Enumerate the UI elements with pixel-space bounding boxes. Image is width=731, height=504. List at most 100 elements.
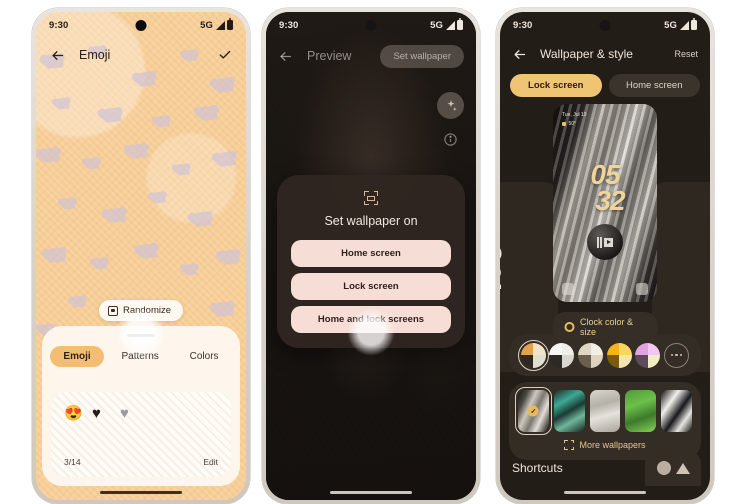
shortcuts-label: Shortcuts bbox=[512, 461, 563, 475]
dialog-title: Set wallpaper on bbox=[324, 214, 418, 228]
wallpaper-icon bbox=[364, 191, 378, 205]
randomize-button[interactable]: Randomize bbox=[98, 300, 184, 321]
phone-1-toolbar: Emoji bbox=[36, 38, 246, 72]
signal-icon bbox=[679, 20, 689, 30]
lock-screen-date: Tue, Jul 19 bbox=[562, 112, 587, 118]
wallpaper-icon bbox=[564, 440, 575, 450]
swatch-beige[interactable] bbox=[578, 342, 604, 368]
emoji-counter: 3/14 bbox=[64, 457, 81, 467]
preview-card-current[interactable]: Tue, Jul 19 50° 05 32 bbox=[553, 104, 657, 302]
page-title: Emoji bbox=[79, 48, 111, 62]
wallpaper-black-white[interactable] bbox=[661, 390, 692, 432]
panel-footer: 3/14 Edit bbox=[64, 457, 218, 467]
battery-icon bbox=[691, 18, 697, 30]
more-wallpapers-label: More wallpapers bbox=[579, 440, 646, 450]
sheet-tabs: Emoji Patterns Colors bbox=[42, 346, 240, 367]
battery-icon bbox=[457, 18, 463, 30]
phone-3-screen: 9:30 5G Wallpaper & style Reset Lock scr… bbox=[500, 12, 710, 500]
status-time: 9:30 bbox=[49, 19, 69, 31]
page-title: Wallpaper & style bbox=[540, 47, 633, 61]
navigation-bar-handle[interactable] bbox=[330, 490, 412, 494]
clock-color-size-button[interactable]: Clock color & size bbox=[552, 312, 658, 342]
wallpaper-feather[interactable]: ✓ bbox=[515, 387, 552, 435]
swatch-white[interactable] bbox=[549, 342, 575, 368]
lock-screen-date-block: Tue, Jul 19 50° bbox=[562, 112, 587, 128]
gear-icon bbox=[564, 322, 574, 332]
page-title: Preview bbox=[307, 49, 352, 63]
lock-screen-preview-carousel: 05 32 05 32 Tue, Jul 19 50° bbox=[500, 104, 710, 372]
tab-home-screen[interactable]: Home screen bbox=[608, 74, 700, 97]
more-colors-button[interactable] bbox=[664, 342, 690, 368]
more-wallpapers-button[interactable]: More wallpapers bbox=[518, 440, 692, 450]
shortcut-icon-1 bbox=[656, 461, 671, 475]
weather-temp: 50° bbox=[568, 120, 577, 127]
emoji-bottom-sheet: Emoji Patterns Colors 😍 ♥ ♥ 3/14 Edit bbox=[42, 326, 240, 486]
status-time: 9:30 bbox=[279, 19, 299, 31]
info-icon[interactable] bbox=[437, 126, 464, 153]
status-network: 5G bbox=[664, 19, 677, 31]
swatch-amber[interactable] bbox=[606, 342, 632, 368]
now-playing-icon[interactable] bbox=[587, 224, 623, 260]
emoji-item[interactable]: 😍 bbox=[64, 405, 83, 422]
camera-icon[interactable] bbox=[562, 283, 574, 295]
status-network: 5G bbox=[430, 19, 443, 31]
clock-preview-alt: 05 32 bbox=[500, 236, 504, 295]
camera-punch-hole bbox=[365, 20, 377, 31]
sparkles-icon[interactable] bbox=[437, 92, 464, 119]
randomize-label: Randomize bbox=[122, 305, 172, 316]
set-wallpaper-button[interactable]: Set wallpaper bbox=[380, 44, 464, 68]
selected-check-icon: ✓ bbox=[527, 405, 539, 417]
back-arrow-icon[interactable] bbox=[278, 49, 293, 64]
phone-3-wallpaper-and-style: 9:30 5G Wallpaper & style Reset Lock scr… bbox=[496, 8, 714, 504]
battery-icon bbox=[227, 18, 233, 30]
signal-icon bbox=[445, 20, 455, 30]
dialog-option-home-screen[interactable]: Home screen bbox=[291, 240, 451, 267]
emoji-item[interactable]: ♥ bbox=[92, 405, 109, 422]
wallpaper-picker-card: ✓ More wallpapers bbox=[509, 382, 701, 460]
phone-3-toolbar: Wallpaper & style Reset bbox=[500, 38, 710, 70]
dialog-option-home-and-lock[interactable]: Home and lock screens bbox=[291, 306, 451, 333]
tab-colors[interactable]: Colors bbox=[177, 346, 232, 367]
sheet-drag-handle[interactable] bbox=[127, 334, 155, 337]
dialog-option-lock-screen[interactable]: Lock screen bbox=[291, 273, 451, 300]
status-time: 9:30 bbox=[513, 19, 533, 31]
phone-1-screen: 9:30 5G Emoji Randomize Emoji Patterns C… bbox=[36, 12, 246, 500]
clock-hours: 05 bbox=[590, 159, 620, 190]
phone-1-emoji-editor: 9:30 5G Emoji Randomize Emoji Patterns C… bbox=[32, 8, 250, 504]
dice-icon bbox=[107, 305, 118, 316]
swatch-lilac[interactable] bbox=[635, 342, 661, 368]
signal-icon bbox=[215, 20, 225, 30]
camera-punch-hole bbox=[135, 20, 147, 31]
phone-2-screen: 9:30 5G Preview Set wallpaper Set wallpa… bbox=[266, 12, 476, 500]
clock-config-label: Clock color & size bbox=[580, 317, 634, 337]
edit-button[interactable]: Edit bbox=[203, 457, 218, 467]
wallpaper-green-grass[interactable] bbox=[625, 390, 657, 432]
shortcuts-preview-card[interactable] bbox=[645, 450, 701, 486]
navigation-bar-handle[interactable] bbox=[564, 490, 646, 494]
shortcuts-section: Shortcuts bbox=[512, 450, 701, 486]
swatch-tan[interactable] bbox=[517, 339, 549, 371]
clock-minutes: 32 bbox=[595, 184, 625, 216]
weather-icon bbox=[562, 122, 566, 127]
navigation-bar-handle[interactable] bbox=[100, 490, 182, 494]
tab-patterns[interactable]: Patterns bbox=[109, 346, 172, 367]
reset-button[interactable]: Reset bbox=[674, 49, 698, 59]
tab-emoji[interactable]: Emoji bbox=[50, 346, 104, 367]
flashlight-icon[interactable] bbox=[636, 283, 648, 295]
emoji-row: 😍 ♥ ♥ bbox=[51, 392, 231, 422]
emoji-item[interactable]: ♥ bbox=[120, 405, 137, 422]
wallpaper-thumbnails: ✓ bbox=[515, 387, 692, 435]
back-arrow-icon[interactable] bbox=[512, 47, 527, 62]
tab-lock-screen[interactable]: Lock screen bbox=[510, 74, 602, 97]
screen-mode-tabs: Lock screen Home screen bbox=[510, 74, 700, 97]
lock-screen-clock: 05 32 bbox=[553, 159, 657, 216]
check-icon[interactable] bbox=[218, 48, 232, 62]
set-wallpaper-dialog: Set wallpaper on Home screen Lock screen… bbox=[277, 175, 465, 348]
phone-2-toolbar: Preview Set wallpaper bbox=[266, 38, 476, 74]
wallpaper-teal-leaf[interactable] bbox=[553, 390, 585, 432]
screenshot-canvas: 9:30 5G Emoji Randomize Emoji Patterns C… bbox=[0, 0, 731, 504]
emoji-picker-panel: 😍 ♥ ♥ 3/14 Edit bbox=[51, 392, 231, 477]
wallpaper-grey-wood[interactable] bbox=[589, 390, 621, 432]
back-arrow-icon[interactable] bbox=[50, 48, 65, 63]
phone-2-preview: 9:30 5G Preview Set wallpaper Set wallpa… bbox=[262, 8, 480, 504]
